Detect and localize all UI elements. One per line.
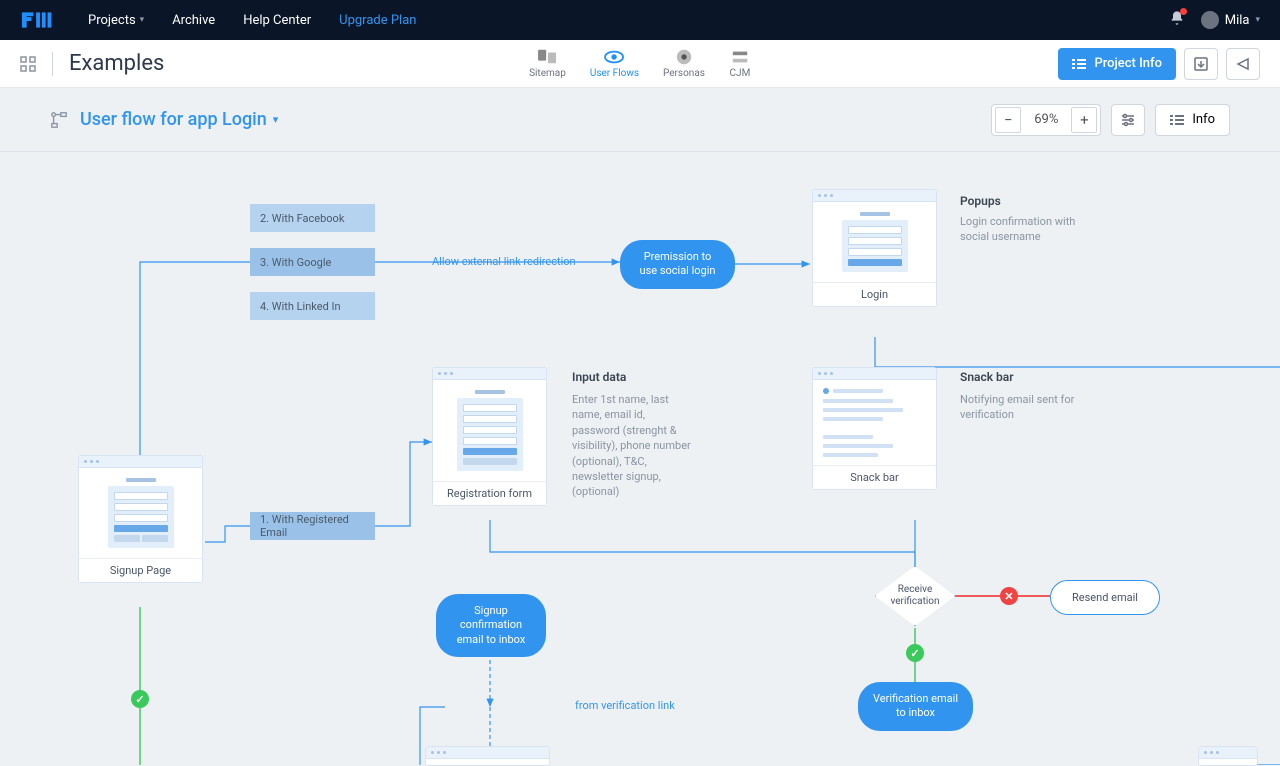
tab-cjm[interactable]: CJM <box>729 48 751 79</box>
share-icon <box>1235 56 1251 72</box>
top-nav: Projects ▾ Archive Help Center Upgrade P… <box>0 0 1280 40</box>
node-receive-verification[interactable]: Receiveverification <box>875 566 955 626</box>
edge-allow-external: Allow external link redirection <box>432 255 576 268</box>
node-login-label: Login <box>813 282 936 306</box>
project-info-button[interactable]: Project Info <box>1058 48 1176 80</box>
anno-input-title: Input data <box>572 370 626 384</box>
anno-snack-text: Notifying email sent for verification <box>960 392 1090 423</box>
zoom-out-button[interactable]: − <box>995 107 1021 133</box>
settings-button[interactable] <box>1111 104 1145 136</box>
node-partial-bottom[interactable] <box>425 746 550 766</box>
tab-personas[interactable]: Personas <box>663 48 705 79</box>
logo[interactable] <box>20 10 58 30</box>
userflows-icon <box>603 48 625 66</box>
flow-title-label: User flow for app Login <box>80 109 267 130</box>
tab-userflows-label: User Flows <box>590 68 639 79</box>
info-label: Info <box>1192 112 1215 127</box>
node-snackbar-label: Snack bar <box>813 465 936 489</box>
node-registration-form[interactable]: Registration form <box>432 367 547 506</box>
project-info-label: Project Info <box>1094 56 1162 71</box>
node-verification-email[interactable]: Verification email to inbox <box>858 682 973 731</box>
toolbar: Examples Sitemap User Flows Personas CJM… <box>0 40 1280 88</box>
nav-upgrade[interactable]: Upgrade Plan <box>339 13 416 28</box>
node-signup-page[interactable]: Signup Page <box>78 455 203 583</box>
anno-popups-title: Popups <box>960 194 1001 208</box>
notifications-icon[interactable] <box>1169 10 1185 30</box>
cjm-icon <box>729 48 751 66</box>
tab-sitemap-label: Sitemap <box>529 68 566 79</box>
flow-icon <box>50 111 68 129</box>
nav-projects-label: Projects <box>88 13 136 28</box>
avatar <box>1201 11 1219 29</box>
chevron-down-icon: ▾ <box>1255 15 1260 25</box>
zoom-value: 69% <box>1024 112 1068 127</box>
node-signup-confirmation[interactable]: Signup confirmation email to inbox <box>436 594 546 657</box>
diamond-line2: verification <box>890 596 939 607</box>
sitemap-icon <box>536 48 558 66</box>
info-button[interactable]: Info <box>1155 104 1230 136</box>
sliders-icon <box>1120 112 1136 128</box>
tab-userflows[interactable]: User Flows <box>590 48 639 79</box>
node-login[interactable]: Login <box>812 189 937 307</box>
step-registered-email[interactable]: 1. With Registered Email <box>250 512 375 540</box>
badge-fail: ✕ <box>1000 587 1018 605</box>
personas-icon <box>673 48 695 66</box>
nav-archive[interactable]: Archive <box>172 13 215 28</box>
flow-title[interactable]: User flow for app Login ▾ <box>80 109 278 130</box>
flow-canvas[interactable]: Signup Page 2. With Facebook 3. With Goo… <box>0 152 1280 765</box>
step-google[interactable]: 3. With Google <box>250 248 375 276</box>
tab-cjm-label: CJM <box>730 68 751 79</box>
node-registration-form-label: Registration form <box>433 481 546 505</box>
edge-from-verification: from verification link <box>575 699 675 712</box>
import-icon <box>1193 56 1209 72</box>
node-resend-email[interactable]: Resend email <box>1050 580 1160 615</box>
user-menu[interactable]: Mila ▾ <box>1201 11 1260 29</box>
step-facebook[interactable]: 2. With Facebook <box>250 204 375 232</box>
badge-success-1: ✓ <box>131 690 149 708</box>
user-name: Mila <box>1225 13 1250 28</box>
dashboard-icon[interactable] <box>20 56 36 72</box>
node-permission[interactable]: Premission to use social login <box>620 240 735 289</box>
zoom-control: − 69% + <box>991 104 1101 136</box>
list-icon <box>1170 113 1184 127</box>
anno-input-text: Enter 1st name, last name, email id, pas… <box>572 392 692 500</box>
nav-projects[interactable]: Projects ▾ <box>88 13 144 28</box>
node-signup-page-label: Signup Page <box>79 558 202 582</box>
notification-badge <box>1180 8 1187 15</box>
chevron-down-icon: ▾ <box>273 113 279 126</box>
diamond-line1: Receive <box>898 584 933 595</box>
list-icon <box>1072 57 1086 71</box>
step-linkedin[interactable]: 4. With Linked In <box>250 292 375 320</box>
chevron-down-icon: ▾ <box>140 15 145 25</box>
anno-snack-title: Snack bar <box>960 370 1014 384</box>
flow-toolbar: User flow for app Login ▾ − 69% + Info <box>0 88 1280 152</box>
anno-popups-text: Login confirmation with social username <box>960 214 1090 245</box>
zoom-in-button[interactable]: + <box>1071 107 1097 133</box>
import-button[interactable] <box>1184 48 1218 80</box>
tab-personas-label: Personas <box>663 68 705 79</box>
page-title: Examples <box>69 51 164 76</box>
node-partial-bottom-right[interactable] <box>1198 746 1258 766</box>
share-button[interactable] <box>1226 48 1260 80</box>
tab-sitemap[interactable]: Sitemap <box>529 48 566 79</box>
badge-success-2: ✓ <box>906 644 924 662</box>
node-snackbar[interactable]: Snack bar <box>812 367 937 490</box>
nav-help[interactable]: Help Center <box>243 13 311 28</box>
